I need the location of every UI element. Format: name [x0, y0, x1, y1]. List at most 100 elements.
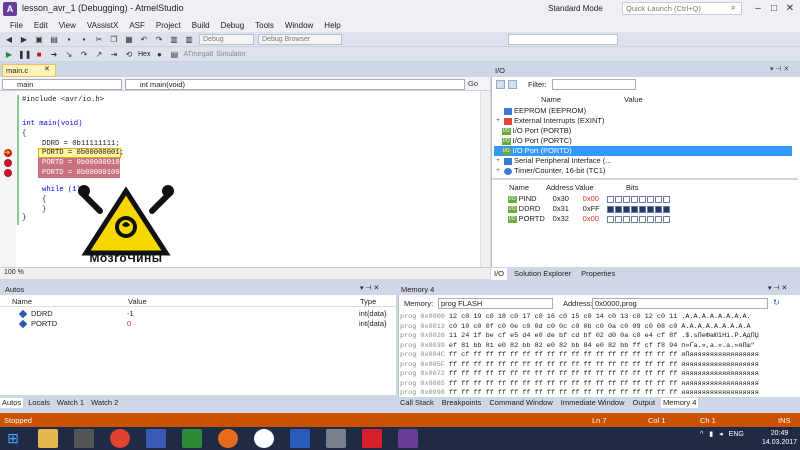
io-tree-item[interactable]: + Timer/Counter, 16-bit (TC1) — [494, 166, 792, 176]
stop-icon[interactable]: ■ — [33, 49, 45, 60]
scope-combo[interactable]: main — [2, 79, 122, 90]
memory-type-combo[interactable]: prog FLASH — [438, 298, 553, 309]
forward-icon[interactable]: ▶ — [18, 34, 30, 45]
tab-immediate-window[interactable]: Immediate Window — [559, 398, 627, 408]
menu-edit[interactable]: Edit — [34, 21, 48, 30]
tab-command-window[interactable]: Command Window — [487, 398, 554, 408]
memory-row[interactable]: prog 0x004C ff cf ff ff ff ff ff ff ff ff… — [400, 350, 759, 360]
open-icon[interactable]: ▤ — [48, 34, 60, 45]
media-player-icon[interactable] — [74, 429, 94, 448]
close-tab-icon[interactable]: ✕ — [44, 65, 50, 73]
register-bit[interactable] — [654, 205, 662, 213]
back-icon[interactable]: ◀ — [3, 34, 15, 45]
app-icon[interactable] — [326, 429, 346, 448]
close-icon[interactable]: ✕ — [782, 3, 798, 14]
breakpoint-icon[interactable] — [4, 159, 12, 167]
tab-memory-4[interactable]: Memory 4 — [661, 397, 699, 408]
minimize-icon[interactable]: – — [750, 3, 766, 14]
register-bit[interactable] — [630, 205, 638, 213]
memory-hex[interactable]: c0 10 c0 0f c0 0e c0 0d c0 0c c0 0b c0 0… — [449, 323, 677, 331]
register-bit[interactable] — [622, 195, 630, 203]
continue-icon[interactable]: ▶ — [3, 49, 15, 60]
word-icon[interactable] — [290, 429, 310, 448]
menu-window[interactable]: Window — [285, 21, 313, 30]
register-bit[interactable] — [646, 195, 654, 203]
register-bit[interactable] — [622, 215, 630, 223]
register-row-ddrd[interactable]: I/O DDRD 0x31 0xFF — [494, 204, 671, 214]
register-bit[interactable] — [662, 195, 670, 203]
save-icon[interactable]: ▪ — [63, 34, 75, 45]
menu-asf[interactable]: ASF — [129, 21, 145, 30]
register-bit[interactable] — [614, 205, 622, 213]
menu-view[interactable]: View — [59, 21, 76, 30]
register-bit[interactable] — [638, 205, 646, 213]
register-bit[interactable] — [614, 195, 622, 203]
memory-hex[interactable]: 11 24 1f be cf e5 d4 e0 de bf cd bf 02 d… — [449, 332, 677, 340]
tab-call-stack[interactable]: Call Stack — [398, 398, 436, 408]
menu-project[interactable]: Project — [156, 21, 181, 30]
register-bit[interactable] — [630, 215, 638, 223]
memory-row[interactable]: prog 0x0039 ef 81 bb 81 e0 82 bb 82 e0 82… — [400, 341, 755, 351]
memory-hex[interactable]: ff cf ff ff ff ff ff ff ff ff ff ff ff f… — [449, 351, 677, 359]
register-bit[interactable] — [622, 205, 630, 213]
reset-icon[interactable]: ⟲ — [123, 49, 135, 60]
maximize-icon[interactable]: □ — [766, 3, 782, 14]
panel-pin-close-icons[interactable]: ▾ ⊣ ✕ — [360, 284, 379, 292]
register-bit[interactable] — [662, 215, 670, 223]
pause-icon[interactable]: ❚❚ — [18, 49, 31, 60]
memory-hex[interactable]: ff ff ff ff ff ff ff ff ff ff ff ff ff f… — [449, 389, 677, 397]
menu-file[interactable]: File — [10, 21, 23, 30]
autos-col-value[interactable]: Value — [128, 297, 147, 306]
show-next-statement-icon[interactable]: ➜ — [48, 49, 60, 60]
io-tree-item[interactable]: + Serial Peripheral Interface (... — [494, 156, 792, 166]
tab-watch-1[interactable]: Watch 1 — [55, 398, 86, 408]
io-tree-item[interactable]: I/O I/O Port (PORTC) — [494, 136, 792, 146]
autos-row[interactable]: DDRD -1 int{data} — [0, 309, 396, 319]
memory-row[interactable]: prog 0x0013 c0 10 c0 0f c0 0e c0 0d c0 0c… — [400, 322, 751, 332]
memory-hex[interactable]: ff ff ff ff ff ff ff ff ff ff ff ff ff f… — [449, 361, 677, 369]
memory-row[interactable]: prog 0x0072 ff ff ff ff ff ff ff ff ff ff… — [400, 369, 759, 379]
expand-icon[interactable]: + — [494, 166, 502, 176]
new-project-icon[interactable]: ▣ — [33, 34, 45, 45]
refresh-icon[interactable]: ↻ — [773, 298, 780, 307]
network-icon[interactable]: ▮ — [709, 430, 713, 438]
chrome-icon[interactable] — [110, 429, 130, 448]
redo-icon[interactable]: ↷ — [153, 34, 165, 45]
register-bit[interactable] — [662, 205, 670, 213]
tab-watch-2[interactable]: Watch 2 — [89, 398, 120, 408]
register-value[interactable]: 0xFF — [583, 204, 607, 214]
var-value[interactable]: 0 — [127, 319, 359, 329]
menu-debug[interactable]: Debug — [221, 21, 245, 30]
io-tree-item-selected[interactable]: I/O I/O Port (PORTD) — [494, 146, 792, 156]
lamp-app-icon[interactable] — [362, 429, 382, 448]
io-splitter[interactable] — [492, 178, 798, 180]
register-value[interactable]: 0x00 — [583, 194, 607, 204]
step-into-icon[interactable]: ↘ — [63, 49, 75, 60]
register-bit[interactable] — [638, 195, 646, 203]
io-tree-item[interactable]: EEPROM (EEPROM) — [494, 106, 792, 116]
breakpoint-gutter[interactable] — [0, 91, 16, 267]
run-to-cursor-icon[interactable]: ⇥ — [108, 49, 120, 60]
io-view-icon[interactable] — [508, 80, 517, 89]
address-input[interactable]: 0x0000,prog — [592, 298, 768, 309]
function-combo[interactable]: int main(void) — [125, 79, 465, 90]
io-view-icon[interactable] — [496, 80, 505, 89]
window-icon[interactable]: ▤ — [168, 49, 180, 60]
firefox-icon[interactable] — [218, 429, 238, 448]
memory-hex[interactable]: ef 81 bb 81 e0 82 bb 82 e0 82 bb 84 e0 8… — [449, 342, 677, 350]
expand-icon[interactable]: + — [494, 156, 502, 166]
yandex-browser-icon[interactable] — [254, 429, 274, 448]
tab-locals[interactable]: Locals — [26, 398, 52, 408]
register-bits[interactable] — [606, 214, 671, 224]
save-app-icon[interactable] — [146, 429, 166, 448]
step-over-icon[interactable]: ↷ — [78, 49, 90, 60]
expand-icon[interactable]: + — [494, 116, 502, 126]
go-button[interactable]: Go — [468, 79, 478, 88]
register-bit[interactable] — [606, 215, 614, 223]
register-bits[interactable] — [606, 204, 671, 214]
code-editor[interactable] — [0, 91, 486, 267]
io-tree-item[interactable]: I/O I/O Port (PORTB) — [494, 126, 792, 136]
find-combo[interactable] — [508, 34, 618, 45]
menu-build[interactable]: Build — [192, 21, 210, 30]
register-bit[interactable] — [606, 195, 614, 203]
